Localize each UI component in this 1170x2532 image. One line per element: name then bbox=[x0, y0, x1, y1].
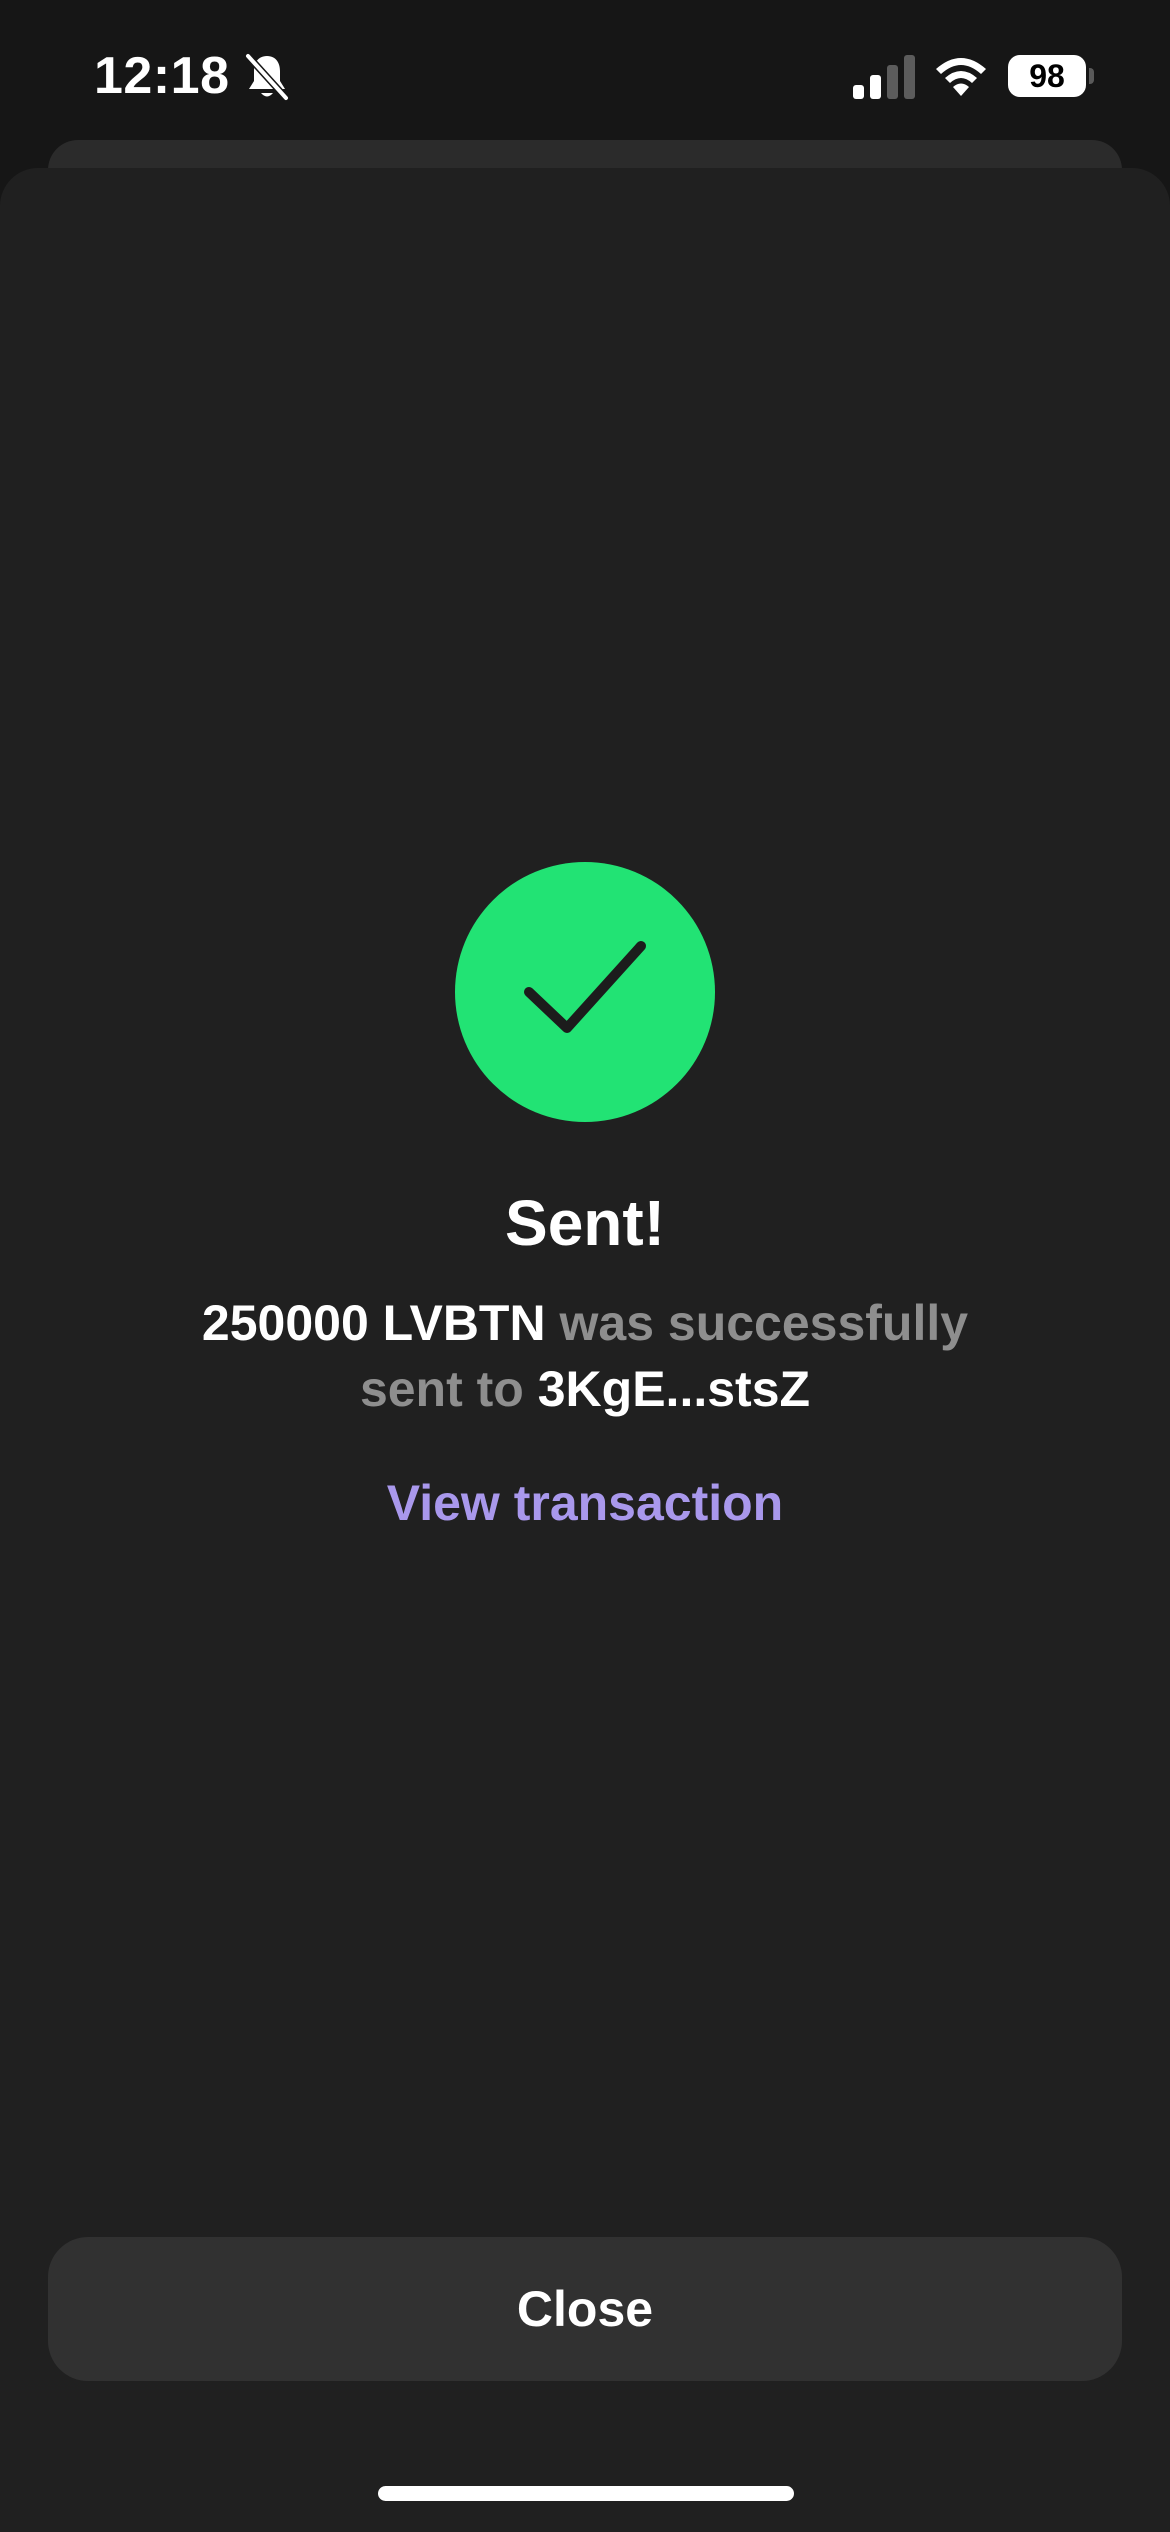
screen: 12:18 98 Sent! 250000 LVBTN was successf… bbox=[0, 0, 1170, 2532]
recipient-address: 3KgE...stsZ bbox=[537, 1361, 811, 1417]
sent-amount: 250000 LVBTN bbox=[201, 1295, 546, 1351]
bell-slash-icon bbox=[244, 52, 290, 102]
status-time: 12:18 bbox=[94, 47, 230, 105]
checkmark-icon bbox=[524, 941, 646, 1033]
close-button[interactable]: Close bbox=[48, 2237, 1122, 2381]
cellular-signal-icon bbox=[853, 55, 915, 99]
success-title: Sent! bbox=[505, 1187, 665, 1259]
message-text-1: was successfully bbox=[559, 1295, 969, 1351]
message-line-1: 250000 LVBTN was successfully bbox=[0, 1290, 1170, 1356]
success-message: 250000 LVBTN was successfully sent to 3K… bbox=[0, 1290, 1170, 1422]
view-transaction-link[interactable]: View transaction bbox=[0, 1474, 1170, 1532]
battery-nub bbox=[1089, 68, 1094, 84]
message-line-2: sent to 3KgE...stsZ bbox=[0, 1356, 1170, 1422]
success-badge bbox=[455, 862, 715, 1122]
wifi-icon bbox=[936, 58, 986, 96]
home-indicator[interactable] bbox=[378, 2486, 794, 2501]
message-text-2: sent to bbox=[359, 1361, 524, 1417]
battery-icon: 98 bbox=[1008, 55, 1086, 97]
status-bar: 12:18 98 bbox=[0, 0, 1170, 150]
